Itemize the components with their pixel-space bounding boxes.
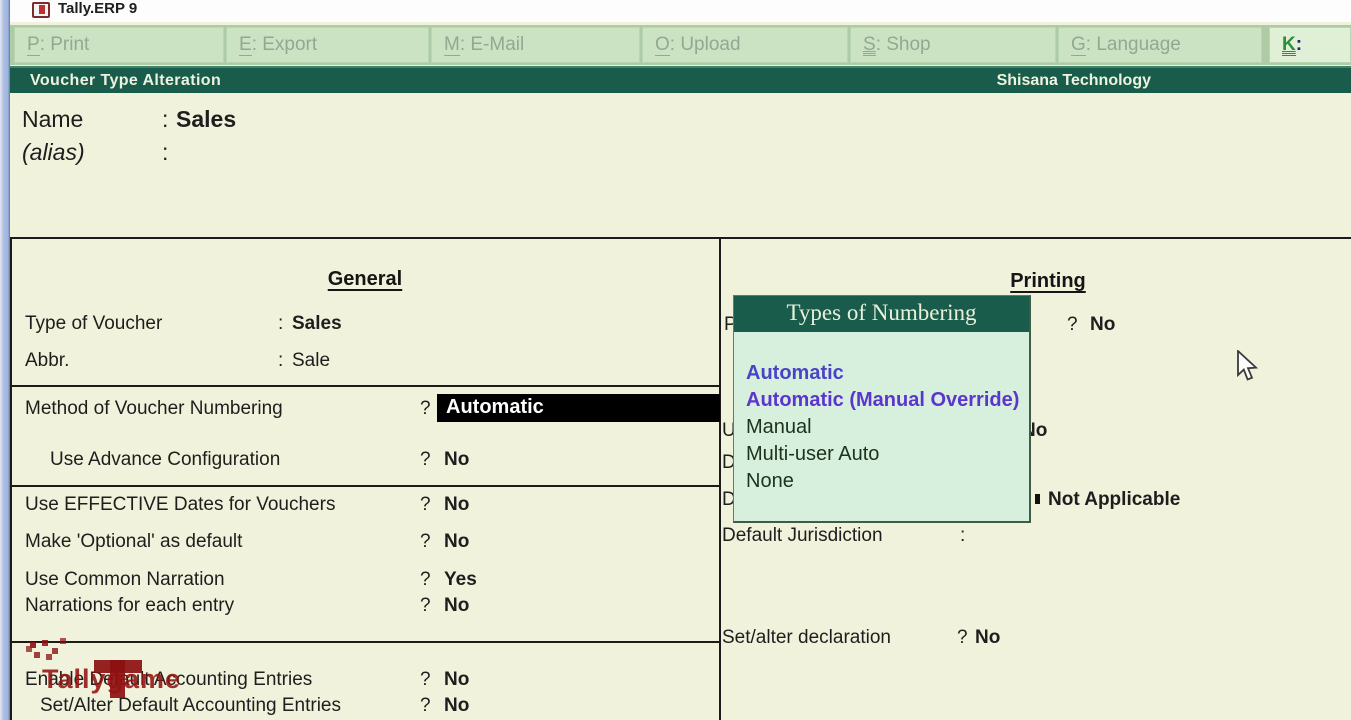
option-none[interactable]: None <box>746 468 1029 495</box>
mouse-cursor <box>1236 348 1262 389</box>
tally-window: Tally.ERP 9 P: Print E: Export M: E-Mail… <box>0 0 1351 720</box>
clipped-colon-mark <box>1035 494 1040 504</box>
narrations-each-entry-row: Narrations for each entry ? No <box>25 595 470 617</box>
set-alter-declaration-field[interactable]: No <box>975 627 1000 649</box>
language-button[interactable]: G: Language <box>1058 27 1262 63</box>
popup-title: Types of Numbering <box>734 296 1029 332</box>
types-of-numbering-popup: Types of Numbering Automatic Automatic (… <box>733 295 1031 523</box>
export-button[interactable]: E: Export <box>226 27 429 63</box>
option-manual[interactable]: Manual <box>746 414 1029 441</box>
numbering-method-field-selected[interactable]: Automatic <box>437 394 720 422</box>
upload-button[interactable]: O: Upload <box>642 27 848 63</box>
print-after-saving-field[interactable]: No <box>1090 314 1115 336</box>
option-multi-user-auto[interactable]: Multi-user Auto <box>746 441 1029 468</box>
advance-configuration-row: Use Advance Configuration ? No <box>50 449 470 471</box>
window-left-border <box>0 0 10 720</box>
company-name: Shisana Technology <box>996 72 1151 89</box>
button-toolbar: P: Print E: Export M: E-Mail O: Upload S… <box>10 25 1351 89</box>
type-of-voucher-row: Type of Voucher : Sales <box>25 313 342 335</box>
separator-line <box>10 485 720 487</box>
panel-top-border <box>10 237 1351 239</box>
narrations-each-entry-field[interactable]: No <box>444 595 469 617</box>
effective-dates-field[interactable]: No <box>444 494 469 516</box>
abbr-row: Abbr. : Sale <box>25 350 331 372</box>
print-button[interactable]: P: Print <box>14 27 224 63</box>
name-label: Name <box>22 106 84 132</box>
default-jurisdiction-label: Default Jurisdiction <box>722 525 883 546</box>
set-alter-declaration-label: Set/alter declaration <box>722 627 891 648</box>
type-of-voucher-field[interactable]: Sales <box>292 313 342 335</box>
effective-dates-row: Use EFFECTIVE Dates for Vouchers ? No <box>25 494 470 516</box>
name-field[interactable]: Sales <box>176 106 236 133</box>
tally-app-icon <box>32 2 50 18</box>
optional-default-row: Make 'Optional' as default ? No <box>25 531 470 553</box>
watermark-pixel-dots <box>30 642 36 648</box>
option-automatic-manual-override[interactable]: Automatic (Manual Override) <box>746 387 1029 414</box>
default-accounting-entries-field[interactable]: No <box>444 669 469 691</box>
option-automatic[interactable]: Automatic <box>746 360 1029 387</box>
general-section-title: General <box>327 268 403 290</box>
window-title: Tally.ERP 9 <box>58 0 138 17</box>
window-titlebar: Tally.ERP 9 <box>10 0 1351 22</box>
default-bank-field[interactable]: Not Applicable <box>1048 489 1180 511</box>
shop-button[interactable]: S: Shop <box>850 27 1056 63</box>
panel-left-border <box>10 237 12 720</box>
set-alter-accounting-entries-row: Set/Alter Default Accounting Entries ? N… <box>40 695 470 717</box>
abbr-field[interactable]: Sale <box>292 350 330 372</box>
keyboard-button[interactable]: K: Keyb <box>1269 27 1351 89</box>
watermark-text: Tallygame <box>42 664 182 694</box>
numbering-options-list: Automatic Automatic (Manual Override) Ma… <box>734 332 1029 495</box>
separator-line <box>10 385 720 387</box>
screen-header-bar: Voucher Type Alteration Shisana Technolo… <box>10 66 1351 93</box>
email-button[interactable]: M: E-Mail <box>431 27 640 63</box>
advance-configuration-field[interactable]: No <box>444 449 469 471</box>
common-narration-row: Use Common Narration ? Yes <box>25 569 477 591</box>
panel-divider <box>719 237 721 720</box>
common-narration-field[interactable]: Yes <box>444 569 477 591</box>
separator-line <box>10 641 720 643</box>
alias-label: (alias) <box>22 139 85 165</box>
printing-section-title: Printing <box>1010 270 1086 292</box>
optional-default-field[interactable]: No <box>444 531 469 553</box>
screen-title: Voucher Type Alteration <box>30 72 222 89</box>
set-alter-accounting-entries-field[interactable]: No <box>444 695 469 717</box>
